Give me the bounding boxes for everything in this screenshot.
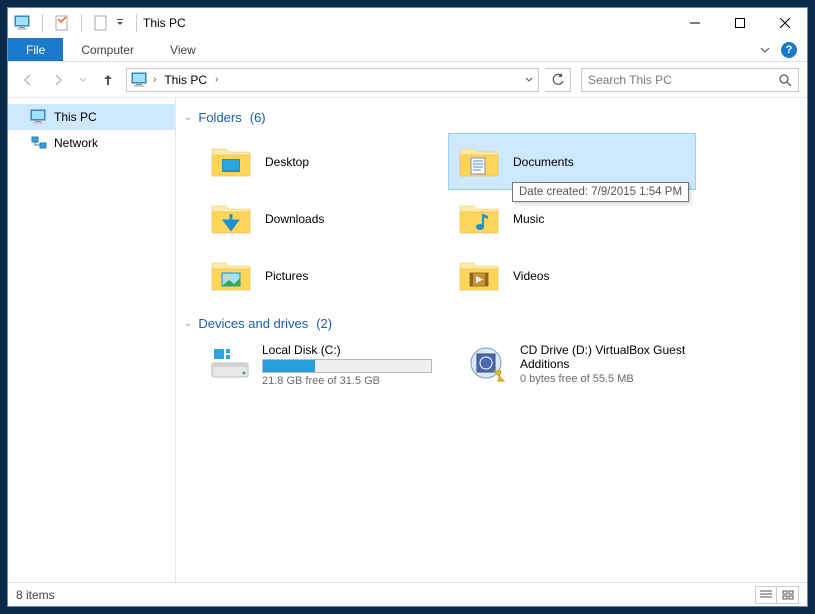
nav-item-label: Network [54, 136, 98, 150]
downloads-folder-icon [209, 199, 253, 239]
chevron-right-icon[interactable]: › [151, 74, 158, 85]
status-bar: 8 items [8, 582, 807, 606]
chevron-down-icon: ⌄ [184, 112, 192, 123]
pictures-folder-icon [209, 256, 253, 296]
network-icon [30, 134, 48, 152]
group-title: Folders [198, 110, 241, 125]
search-box [581, 68, 799, 92]
content-pane: ⌄ Folders (6) Desktop Documents [176, 98, 807, 582]
music-folder-icon [457, 199, 501, 239]
folder-downloads[interactable]: Downloads [200, 190, 448, 247]
help-button[interactable]: ? [777, 38, 801, 61]
chevron-right-icon[interactable]: › [213, 74, 220, 85]
drive-name: Local Disk (C:) [262, 343, 450, 357]
drive-usage-bar [262, 359, 432, 373]
title-bar: This PC [8, 8, 807, 38]
folder-label: Music [513, 212, 544, 226]
minimize-button[interactable] [672, 8, 717, 38]
search-button[interactable] [772, 69, 798, 91]
up-button[interactable] [96, 68, 120, 92]
group-count: (6) [250, 110, 266, 125]
close-button[interactable] [762, 8, 807, 38]
quick-access-toolbar [8, 12, 130, 34]
ribbon: File Computer View ? [8, 38, 807, 62]
explorer-window: This PC File Computer View ? › This PC › [7, 7, 808, 607]
folder-label: Desktop [265, 155, 309, 169]
folder-label: Pictures [265, 269, 308, 283]
folder-label: Downloads [265, 212, 324, 226]
folder-label: Documents [513, 155, 574, 169]
cd-drive-icon [466, 343, 510, 383]
hard-drive-icon [208, 343, 252, 383]
drive-free-text: 21.8 GB free of 31.5 GB [262, 375, 450, 387]
desktop-folder-icon [209, 142, 253, 182]
folder-label: Videos [513, 269, 549, 283]
maximize-button[interactable] [717, 8, 762, 38]
group-title: Devices and drives [198, 316, 308, 331]
group-header-folders[interactable]: ⌄ Folders (6) [180, 106, 807, 129]
new-folder-icon[interactable] [90, 12, 112, 34]
ribbon-tab-view[interactable]: View [152, 38, 214, 61]
group-header-drives[interactable]: ⌄ Devices and drives (2) [180, 312, 807, 335]
address-bar[interactable]: › This PC › [126, 68, 539, 92]
ribbon-tab-computer[interactable]: Computer [63, 38, 152, 61]
view-details-button[interactable] [755, 586, 777, 604]
help-icon: ? [781, 42, 797, 58]
back-button[interactable] [16, 68, 40, 92]
folder-pictures[interactable]: Pictures [200, 247, 448, 304]
this-pc-icon [12, 12, 34, 34]
file-tab[interactable]: File [8, 38, 63, 61]
window-title: This PC [143, 16, 186, 30]
drive-local-disk-c[interactable]: Local Disk (C:) 21.8 GB free of 31.5 GB [200, 339, 458, 391]
status-item-count: 8 items [16, 588, 55, 602]
drive-name: CD Drive (D:) VirtualBox Guest Additions [520, 343, 708, 371]
nav-item-network[interactable]: Network [8, 130, 175, 156]
forward-button[interactable] [46, 68, 70, 92]
drive-cd-d[interactable]: CD Drive (D:) VirtualBox Guest Additions… [458, 339, 716, 391]
properties-icon[interactable] [51, 12, 73, 34]
tooltip: Date created: 7/9/2015 1:54 PM [512, 182, 689, 202]
view-large-icons-button[interactable] [777, 586, 799, 604]
ribbon-expand-button[interactable] [753, 38, 777, 61]
chevron-down-icon: ⌄ [184, 318, 192, 329]
address-dropdown-button[interactable] [518, 69, 538, 91]
qat-dropdown-icon[interactable] [114, 12, 126, 34]
videos-folder-icon [457, 256, 501, 296]
search-input[interactable] [582, 73, 772, 87]
refresh-button[interactable] [545, 68, 571, 92]
navigation-pane: This PC Network [8, 98, 176, 582]
breadcrumb[interactable]: This PC [158, 69, 213, 91]
address-bar-row: › This PC › [8, 62, 807, 98]
documents-folder-icon [457, 142, 501, 182]
folder-desktop[interactable]: Desktop [200, 133, 448, 190]
this-pc-icon [30, 108, 48, 126]
nav-item-this-pc[interactable]: This PC [8, 104, 175, 130]
group-count: (2) [316, 316, 332, 331]
drive-free-text: 0 bytes free of 55.5 MB [520, 373, 708, 385]
recent-locations-button[interactable] [76, 68, 90, 92]
nav-item-label: This PC [54, 110, 97, 124]
folder-videos[interactable]: Videos [448, 247, 696, 304]
this-pc-icon [129, 69, 151, 91]
